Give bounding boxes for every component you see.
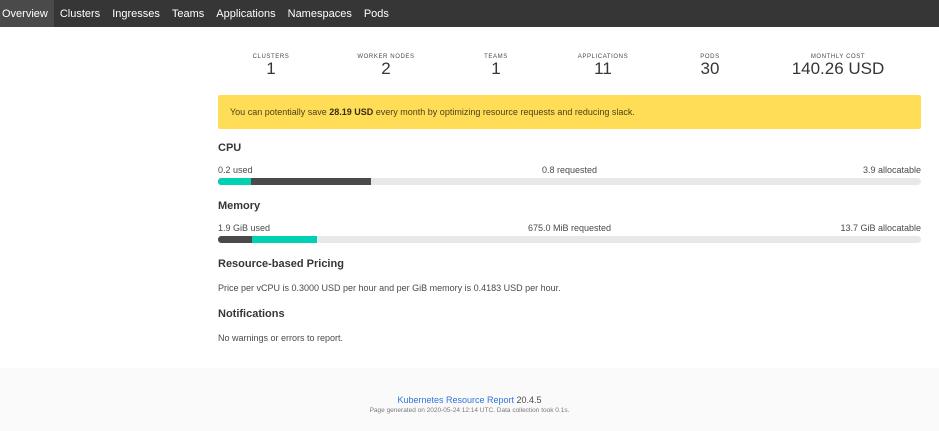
stat-pods: Pods 30: [700, 27, 719, 77]
stat-value: 30: [700, 59, 720, 78]
stat-value: 140.26 USD: [791, 59, 885, 78]
cpu-bar-labels: 0.2 used 0.8 requested 3.9 allocatable: [218, 165, 921, 176]
nav-item-namespaces[interactable]: Namespaces: [282, 0, 358, 27]
memory-requested-label: 675.0 MiB requested: [527, 223, 612, 233]
stat-label: Monthly Cost: [810, 54, 866, 60]
stat-worker-nodes: Worker Nodes 2: [357, 27, 414, 77]
cpu-used-fill: [218, 178, 252, 185]
stat-label: Teams: [484, 54, 508, 60]
report-link[interactable]: Kubernetes Resource Report: [397, 395, 514, 405]
top-navbar: Overview Clusters Ingresses Teams Applic…: [0, 0, 939, 27]
stat-value: 11: [594, 59, 612, 78]
memory-bar-labels: 1.9 GiB used 675.0 MiB requested 13.7 Gi…: [218, 223, 921, 234]
cpu-used-label: 0.2 used: [218, 165, 253, 175]
stat-value: 1: [491, 59, 501, 78]
savings-prefix: You can potentially save: [230, 107, 330, 117]
summary-stats: Clusters 1 Worker Nodes 2 Teams 1 Applic…: [218, 27, 922, 90]
notifications-text: No warnings or errors to report.: [218, 333, 344, 343]
pricing-text: Price per vCPU is 0.3000 USD per hour an…: [218, 283, 561, 293]
footer-title: Kubernetes Resource Report 20.4.5: [0, 395, 939, 405]
nav-item-overview[interactable]: Overview: [0, 0, 54, 27]
stat-teams: Teams 1: [484, 27, 508, 77]
stat-label: Clusters: [252, 54, 290, 60]
nav-item-ingresses[interactable]: Ingresses: [106, 0, 166, 27]
memory-requested-fill: [218, 236, 252, 243]
memory-used-label: 1.9 GiB used: [218, 223, 271, 233]
page-footer: Kubernetes Resource Report 20.4.5 Page g…: [0, 368, 939, 431]
nav-item-teams[interactable]: Teams: [166, 0, 210, 27]
stat-applications: Applications 11: [578, 27, 628, 77]
version-label: 20.4.5: [516, 395, 542, 405]
nav-item-applications[interactable]: Applications: [210, 0, 281, 27]
savings-notice: You can potentially save 28.19 USD every…: [218, 95, 921, 129]
stat-value: 1: [266, 59, 276, 78]
stat-clusters: Clusters 1: [253, 27, 290, 77]
nav-item-clusters[interactable]: Clusters: [54, 0, 106, 27]
stat-monthly-cost: Monthly Cost 140.26 USD: [792, 27, 885, 77]
cpu-heading: CPU: [218, 142, 242, 154]
stat-label: Worker Nodes: [357, 54, 415, 60]
memory-usage-bar: [218, 236, 921, 243]
savings-amount: 28.19 USD: [329, 107, 374, 117]
stat-value: 2: [381, 59, 391, 78]
overview-content: Clusters 1 Worker Nodes 2 Teams 1 Applic…: [218, 27, 922, 343]
cpu-requested-label: 0.8 requested: [541, 165, 598, 175]
pricing-heading: Resource-based Pricing: [218, 258, 344, 270]
stat-label: Applications: [577, 54, 629, 60]
cpu-allocatable-label: 3.9 allocatable: [862, 165, 921, 175]
cpu-usage-bar: [218, 178, 921, 185]
generated-info: Page generated on 2020-05-24 12:14 UTC. …: [369, 407, 570, 414]
nav-item-pods[interactable]: Pods: [358, 0, 395, 27]
stat-label: Pods: [700, 54, 720, 60]
notifications-heading: Notifications: [218, 308, 285, 320]
memory-allocatable-label: 13.7 GiB allocatable: [840, 223, 921, 233]
memory-heading: Memory: [218, 200, 261, 212]
savings-suffix: every month by optimizing resource reque…: [373, 107, 635, 117]
savings-notice-text: You can potentially save 28.19 USD every…: [230, 107, 635, 117]
